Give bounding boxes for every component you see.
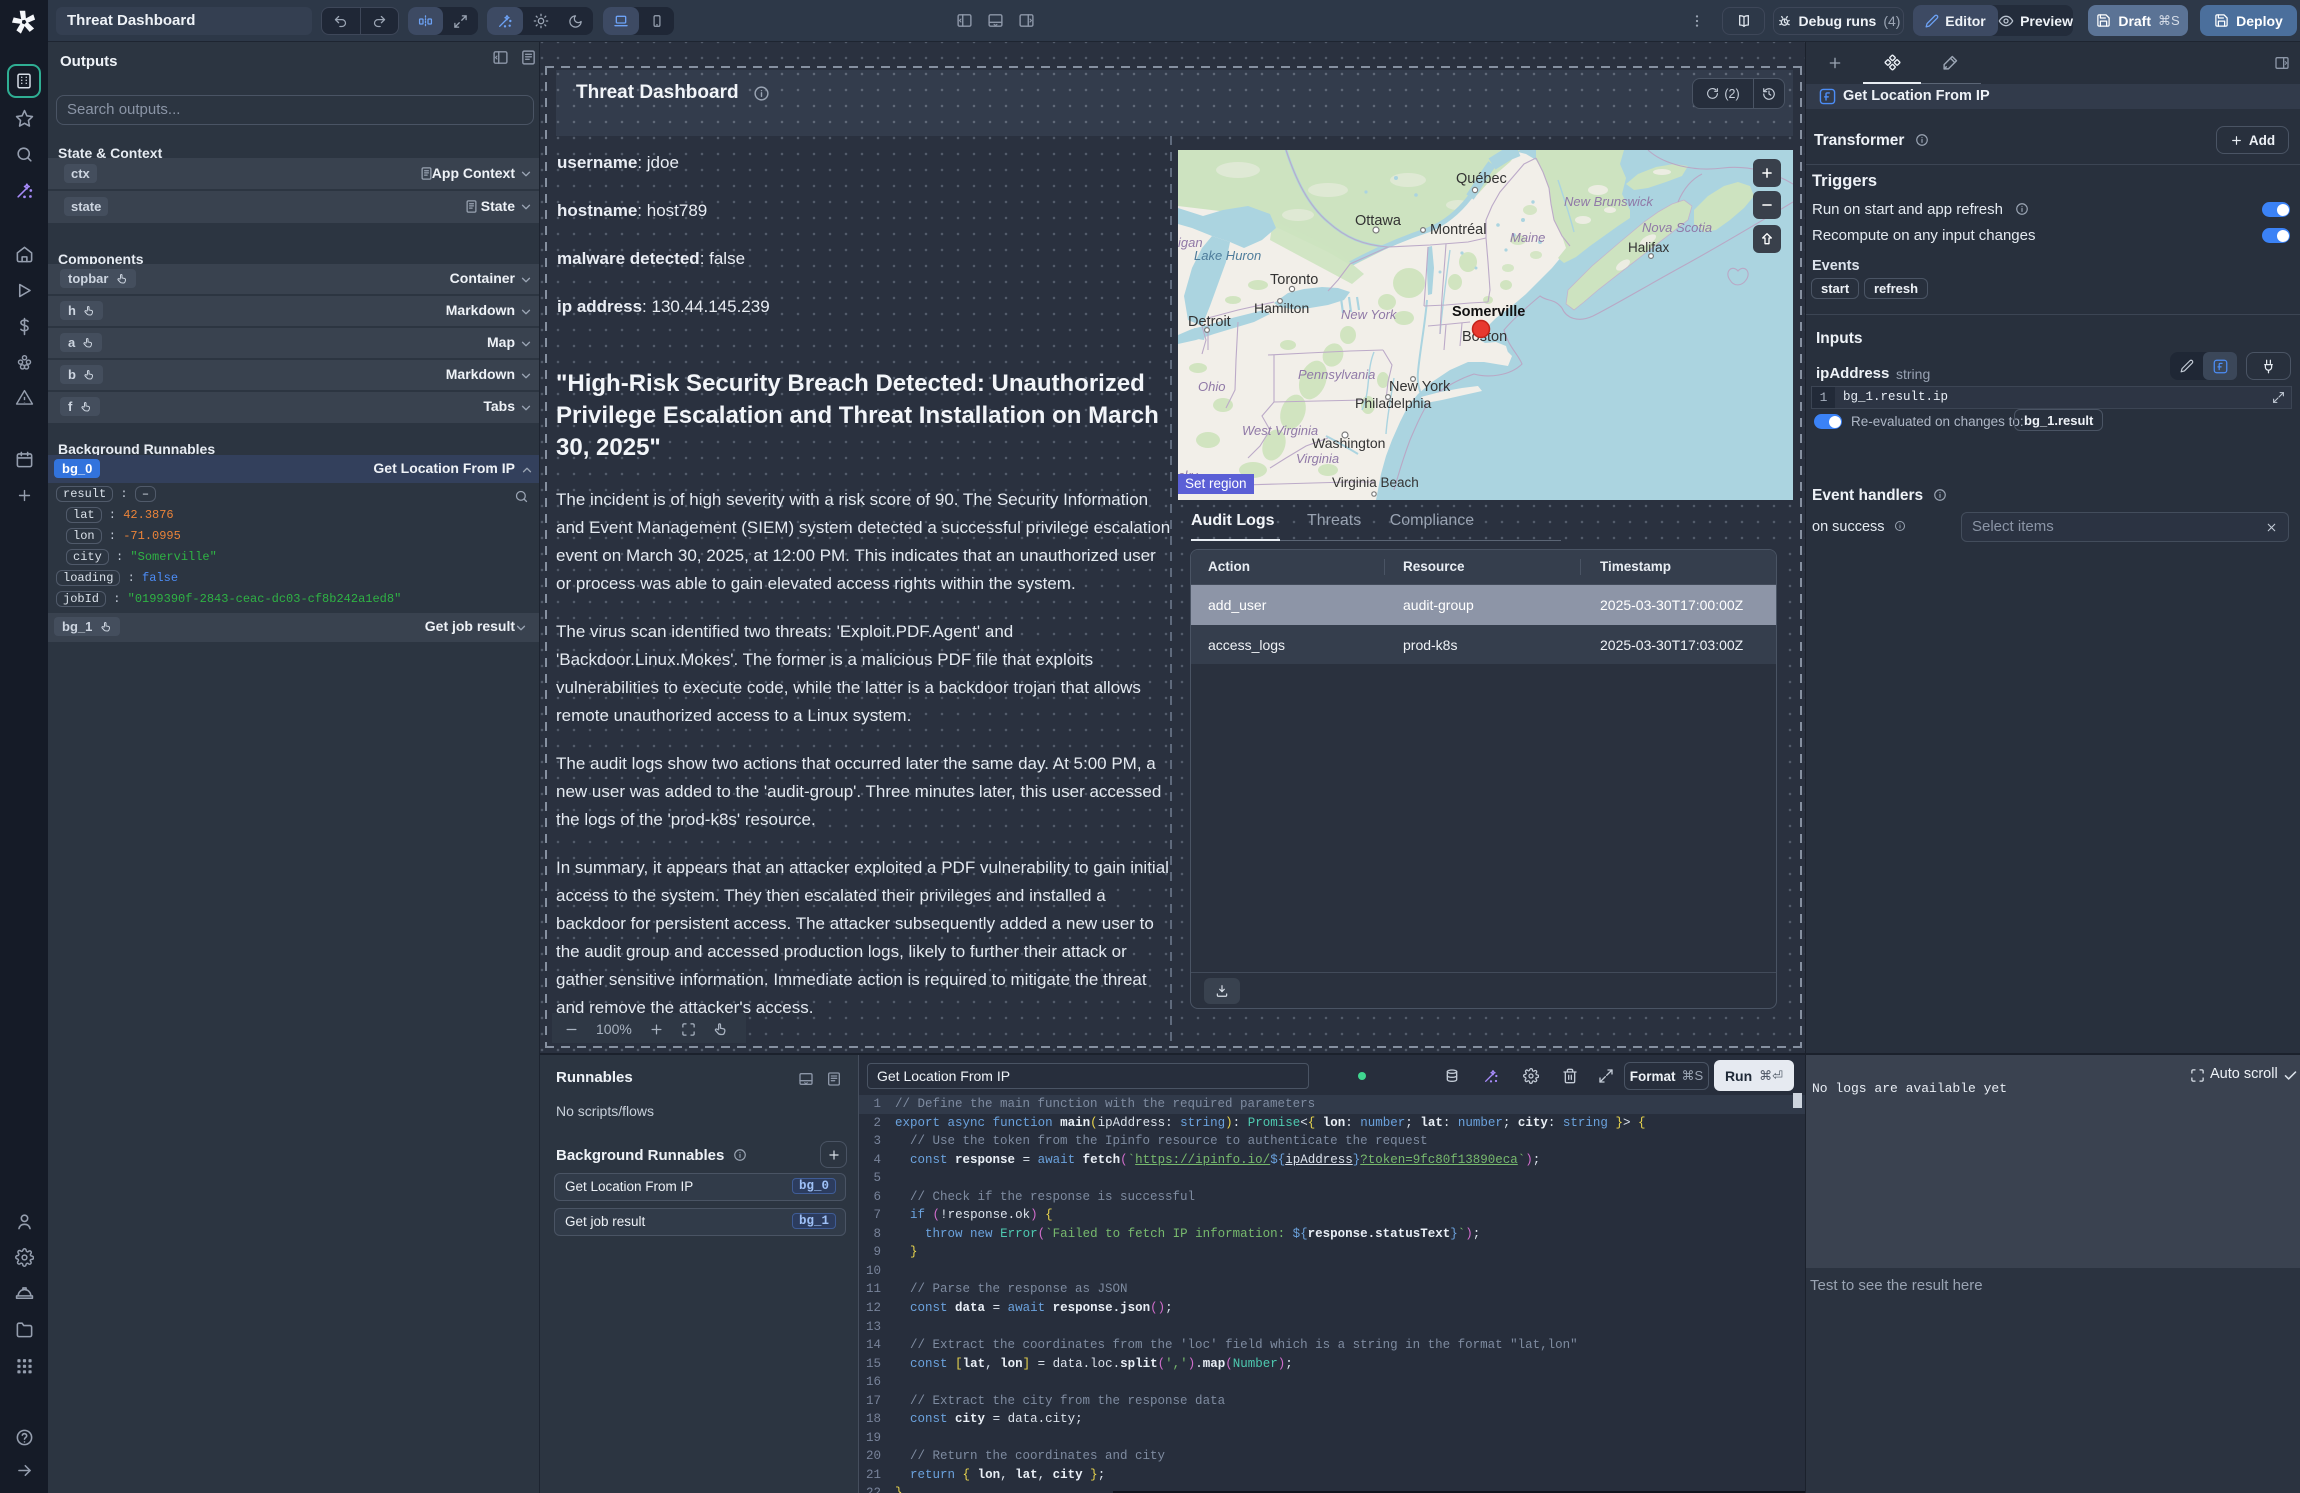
svg-text:New York: New York xyxy=(1389,379,1451,395)
svg-text:Washington: Washington xyxy=(1312,435,1385,451)
svg-text:Virginia Beach: Virginia Beach xyxy=(1332,475,1419,490)
svg-text:Maine: Maine xyxy=(1510,230,1545,245)
svg-text:Lake Huron: Lake Huron xyxy=(1194,248,1261,263)
svg-text:Detroit: Detroit xyxy=(1188,314,1231,330)
svg-text:Hamilton: Hamilton xyxy=(1254,300,1309,316)
svg-text:Ottawa: Ottawa xyxy=(1355,213,1402,229)
svg-text:Halifax: Halifax xyxy=(1628,240,1670,255)
svg-text:New York: New York xyxy=(1341,307,1398,322)
svg-text:Ohio: Ohio xyxy=(1198,379,1225,394)
svg-text:Virginia: Virginia xyxy=(1296,451,1339,466)
svg-text:Québec: Québec xyxy=(1456,171,1507,187)
svg-text:Somerville: Somerville xyxy=(1452,304,1525,320)
svg-text:Montréal: Montréal xyxy=(1430,222,1486,238)
svg-text:Philadelphia: Philadelphia xyxy=(1355,395,1431,411)
svg-text:West Virginia: West Virginia xyxy=(1242,423,1318,438)
svg-text:Pennsylvania: Pennsylvania xyxy=(1298,367,1375,382)
svg-text:Toronto: Toronto xyxy=(1270,272,1318,288)
svg-text:Nova Scotia: Nova Scotia xyxy=(1642,220,1712,235)
svg-text:New Brunswick: New Brunswick xyxy=(1564,194,1654,209)
